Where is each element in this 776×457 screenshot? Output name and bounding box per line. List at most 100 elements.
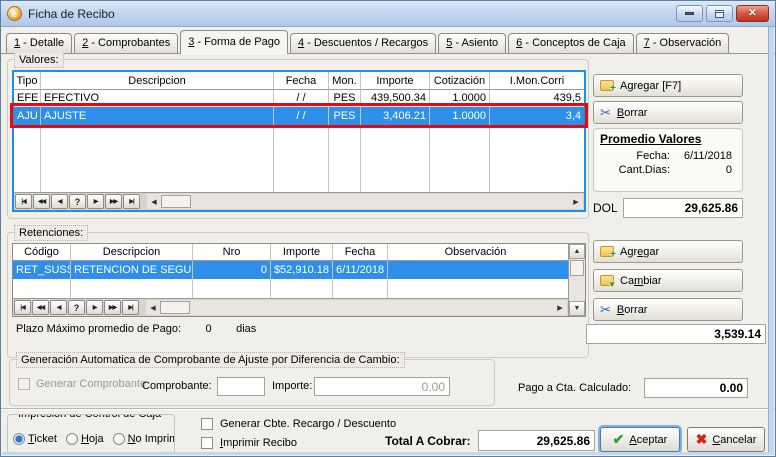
column-header-descripcion[interactable]: Descripcion (41, 72, 274, 90)
tab-asiento[interactable]: 5 - Asiento (438, 33, 506, 53)
cell-mon: PES (329, 90, 361, 106)
nav-fast-next-button[interactable]: ▶▶ (104, 300, 121, 315)
table-row-efectivo[interactable]: EFE EFECTIVO / / PES 439,500.34 1.0000 4… (14, 90, 584, 107)
scrollbar-track[interactable] (569, 277, 585, 301)
valores-header-row: Tipo Descripcion Fecha Mon. Importe Coti… (14, 72, 584, 90)
cell (329, 125, 361, 192)
cantdias-label: Cant.Dias: (594, 164, 670, 176)
agregar-f7-button[interactable]: + Agregar [F7] (593, 74, 743, 97)
valores-borrar-button[interactable]: ✂ Borrar (593, 101, 743, 124)
retenciones-total-field[interactable]: 3,539.14 (586, 324, 766, 344)
scrollbar-thumb[interactable] (161, 195, 191, 208)
nav-last-button[interactable]: ▶| (122, 300, 139, 315)
nav-fast-prev-button[interactable]: ◀◀ (32, 300, 49, 315)
tab-label: 3 - Forma de Pago (188, 36, 280, 48)
scroll-right-icon[interactable]: ▶ (553, 304, 567, 312)
table-row-ajuste-selected[interactable]: AJU AJUSTE / / PES 3,406.21 1.0000 3,4 (14, 107, 584, 125)
column-header-fecha[interactable]: Fecha (274, 72, 329, 90)
tab-descuentos-recargos[interactable]: 4 - Descuentos / Recargos (290, 33, 436, 53)
plus-icon: + (610, 84, 616, 94)
valores-table[interactable]: Tipo Descripcion Fecha Mon. Importe Coti… (12, 70, 586, 212)
nav-help-button[interactable]: ? (69, 194, 86, 209)
cell-importe: 3,406.21 (361, 107, 430, 125)
tab-label: 5 - Asiento (446, 37, 498, 49)
radio-no-imprimir[interactable] (113, 433, 125, 445)
scrollbar-thumb[interactable] (570, 260, 584, 276)
pago-cta-field[interactable]: 0.00 (644, 378, 748, 398)
generar-comprobante-checkbox[interactable] (18, 378, 30, 390)
retenciones-cambiar-button[interactable]: ▼ Cambiar (593, 269, 743, 292)
cell (333, 279, 388, 298)
maximize-button[interactable] (706, 5, 733, 22)
generar-cbte-checkbox[interactable] (201, 418, 213, 430)
total-a-cobrar-field[interactable]: 29,625.86 (478, 430, 595, 451)
radio-hoja[interactable] (66, 433, 78, 445)
horizontal-scrollbar[interactable]: ◀ ▶ (146, 300, 567, 315)
column-header-tipo[interactable]: Tipo (14, 72, 41, 90)
plazo-value: 0 (181, 323, 236, 335)
nav-prev-button[interactable]: ◀ (50, 300, 67, 315)
horizontal-scrollbar[interactable]: ◀ ▶ (147, 194, 583, 209)
nav-last-button[interactable]: ▶| (123, 194, 140, 209)
nav-fast-next-button[interactable]: ▶▶ (105, 194, 122, 209)
tab-conceptos-de-caja[interactable]: 6 - Conceptos de Caja (508, 33, 633, 53)
cantdias-value: 0 (670, 164, 742, 176)
column-header-fecha[interactable]: Fecha (333, 244, 388, 261)
aceptar-button[interactable]: ✔ Aceptar (600, 427, 680, 452)
column-header-cotizacion[interactable]: Cotización (430, 72, 490, 90)
cell-cotizacion: 1.0000 (430, 90, 490, 106)
column-header-importe[interactable]: Importe (361, 72, 430, 90)
nav-first-button[interactable]: |◀ (15, 194, 32, 209)
retenciones-borrar-button[interactable]: ✂ Borrar (593, 298, 743, 321)
cell (490, 125, 584, 192)
vertical-scrollbar[interactable]: ▲ ▼ (568, 244, 585, 316)
imprimir-recibo-checkbox[interactable] (201, 437, 213, 449)
nav-next-button[interactable]: ▶ (87, 194, 104, 209)
retenciones-group-label: Retenciones: (14, 225, 88, 241)
nav-first-button[interactable]: |◀ (14, 300, 31, 315)
generar-cbte-label: Generar Cbte. Recargo / Descuento (220, 418, 396, 430)
dol-value-field[interactable]: 29,625.86 (623, 198, 743, 218)
plazo-row: Plazo Máximo promedio de Pago: 0 dias (16, 323, 256, 335)
column-header-nro[interactable]: Nro (193, 244, 271, 261)
tab-comprobantes[interactable]: 2 - Comprobantes (74, 33, 178, 53)
pago-cta-label: Pago a Cta. Calculado: (518, 382, 631, 394)
tab-observacion[interactable]: 7 - Observación (636, 33, 730, 53)
nav-prev-button[interactable]: ◀ (51, 194, 68, 209)
cell-tipo: AJU (14, 107, 41, 125)
close-button[interactable]: ✕ (736, 5, 769, 22)
scroll-left-icon[interactable]: ◀ (146, 304, 160, 312)
retenciones-table[interactable]: Código Descripcion Nro Importe Fecha Obs… (12, 243, 586, 317)
button-label: Cancelar (712, 434, 756, 446)
column-header-importe[interactable]: Importe (271, 244, 333, 261)
column-header-codigo[interactable]: Código (13, 244, 71, 261)
plazo-unit: dias (236, 323, 256, 335)
scroll-down-icon[interactable]: ▼ (569, 301, 585, 316)
scroll-left-icon[interactable]: ◀ (147, 198, 161, 206)
arrow-down-icon: ▼ (608, 281, 616, 289)
column-header-observacion[interactable]: Observación (388, 244, 568, 261)
scrollbar-thumb[interactable] (160, 301, 190, 314)
column-header-mon[interactable]: Mon. (329, 72, 361, 90)
column-header-imoncorri[interactable]: I.Mon.Corri (490, 72, 584, 90)
scroll-up-icon[interactable]: ▲ (569, 244, 585, 259)
tab-detalle[interactable]: 1 - Detalle (6, 33, 72, 53)
importe-input[interactable] (314, 377, 450, 396)
column-header-descripcion[interactable]: Descripcion (71, 244, 193, 261)
tab-forma-de-pago[interactable]: 3 - Forma de Pago (180, 30, 288, 54)
nav-next-button[interactable]: ▶ (86, 300, 103, 315)
tab-label: 7 - Observación (644, 37, 722, 49)
button-label: Agregar (620, 246, 659, 258)
retenciones-agregar-button[interactable]: + Agregar (593, 240, 743, 263)
generacion-group: Generación Automatica de Comprobante de … (9, 359, 495, 406)
scroll-right-icon[interactable]: ▶ (569, 198, 583, 206)
nav-fast-prev-button[interactable]: ◀◀ (33, 194, 50, 209)
radio-ticket[interactable] (13, 433, 25, 445)
minimize-button[interactable] (676, 5, 703, 22)
comprobante-input[interactable] (217, 377, 265, 396)
cancelar-button[interactable]: ✖ Cancelar (687, 427, 765, 452)
cell-imoncorri: 3,4 (490, 107, 584, 125)
nav-help-button[interactable]: ? (68, 300, 85, 315)
label-part: Ca (620, 275, 634, 287)
table-row-retsuss-selected[interactable]: RET_SUSS RETENCION DE SEGURID 0 $52,910.… (13, 261, 568, 279)
